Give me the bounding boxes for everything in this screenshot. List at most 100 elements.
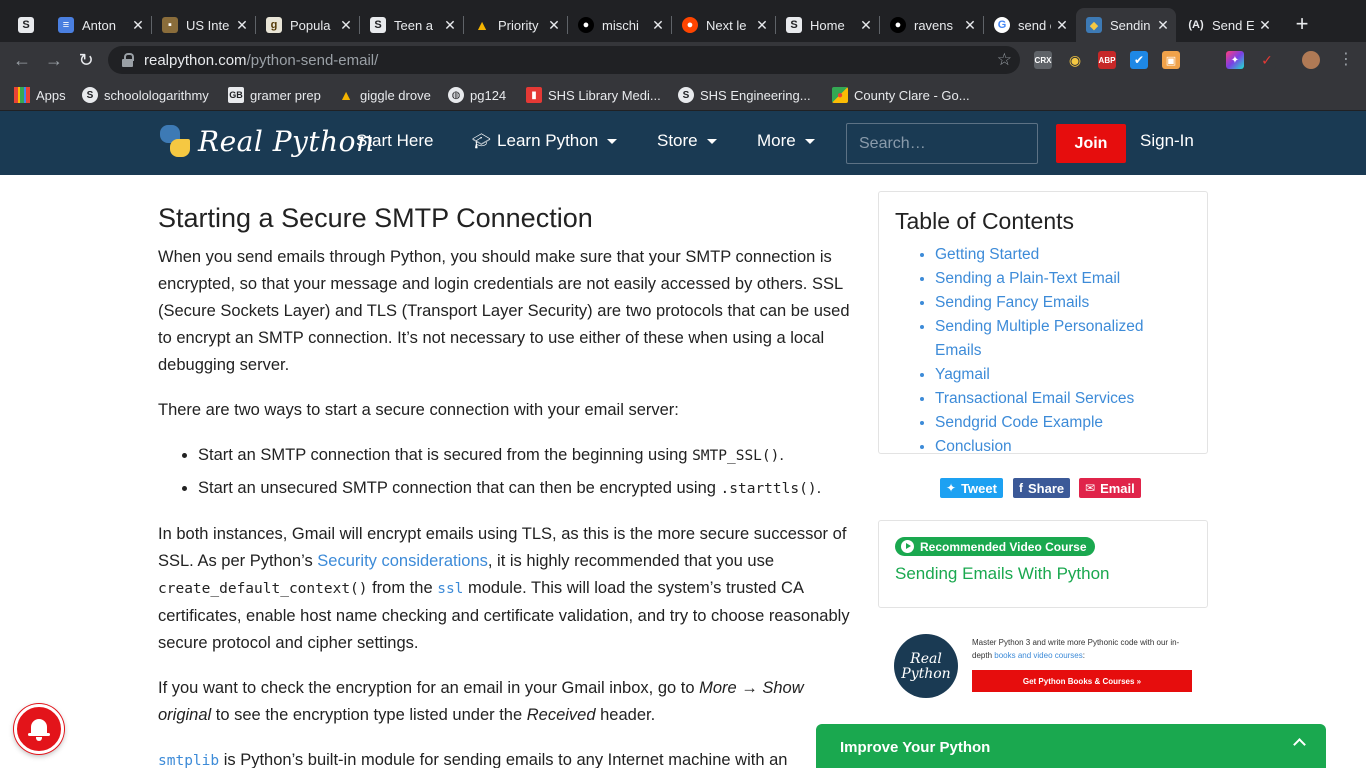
tab-popula[interactable]: g Popula ✕	[256, 8, 359, 42]
toc-item-fancy-emails[interactable]: Sending Fancy Emails	[935, 291, 1191, 315]
article-paragraph: smtplib is Python’s built-in module for …	[158, 751, 788, 768]
tab-teen-a[interactable]: S Teen a ✕	[360, 8, 463, 42]
close-tab-icon[interactable]: ✕	[547, 17, 561, 34]
tab-send-e[interactable]: G send e ✕	[984, 8, 1075, 42]
smtplib-link[interactable]: smtplib	[158, 753, 219, 768]
facebook-icon: f	[1019, 481, 1023, 495]
chevron-down-icon	[804, 138, 815, 144]
article-paragraph: If you want to check the encryption for …	[158, 679, 804, 724]
checkmark-extension-icon[interactable]: ✔	[1130, 51, 1148, 69]
bookmark-apps[interactable]: Apps	[14, 85, 66, 105]
google-icon: G	[994, 17, 1010, 33]
python-logo-icon	[158, 123, 192, 159]
recommended-course-link[interactable]: Sending Emails With Python	[895, 564, 1191, 584]
adblock-extension-icon[interactable]: ABP	[1098, 51, 1116, 69]
schoology-icon: S	[82, 87, 98, 103]
close-tab-icon[interactable]: ✕	[131, 17, 145, 34]
browser-tab-strip: S ≡ Anton ✕ ▪ US Inte ✕ g Popula ✕ S Tee…	[0, 0, 1366, 42]
close-tab-icon[interactable]: ✕	[651, 17, 665, 34]
sign-in-link[interactable]: Sign-In	[1140, 131, 1194, 151]
bookmark-giggle-drove[interactable]: ▲ giggle drove	[338, 85, 431, 105]
toc-item-multiple-personalized[interactable]: Sending Multiple Personalized Emails	[935, 315, 1191, 363]
close-tab-icon[interactable]: ✕	[859, 17, 873, 34]
close-tab-icon[interactable]: ✕	[443, 17, 457, 34]
connection-methods-list: Start an SMTP connection that is secured…	[198, 442, 850, 503]
real-python-logo[interactable]: Real Python	[158, 123, 375, 159]
close-tab-icon[interactable]: ✕	[963, 17, 977, 34]
email-share-button[interactable]: ✉ Email	[1079, 478, 1141, 498]
tab-pinned-schoology[interactable]: S	[8, 8, 46, 42]
lock-icon	[122, 53, 134, 67]
improve-your-python-bar[interactable]: Improve Your Python	[816, 724, 1326, 768]
site-search-input[interactable]	[846, 123, 1038, 164]
box-extension-icon[interactable]: ▣	[1162, 51, 1180, 69]
tab-send-e-2[interactable]: (A) Send E ✕	[1178, 8, 1278, 42]
tab-priority[interactable]: ▲ Priority ✕	[464, 8, 567, 42]
close-tab-icon[interactable]: ✕	[235, 17, 249, 34]
nav-store[interactable]: Store	[657, 131, 717, 151]
tab-next-le[interactable]: ● Next le ✕	[672, 8, 775, 42]
nav-more[interactable]: More	[757, 131, 815, 151]
gb-icon: GB	[228, 87, 244, 103]
tab-anton[interactable]: ≡ Anton ✕	[48, 8, 151, 42]
menu-kebab-icon[interactable]: ⋮	[1336, 50, 1356, 70]
red-swoosh-extension-icon[interactable]: ✓	[1258, 51, 1276, 69]
toc-title: Table of Contents	[895, 208, 1075, 234]
toc-item-transactional[interactable]: Transactional Email Services	[935, 387, 1191, 411]
nav-learn-python[interactable]: 🎓︎ Learn Python	[472, 131, 618, 151]
tab-ravens[interactable]: ● ravens ✕	[880, 8, 983, 42]
envelope-icon: ✉	[1085, 481, 1096, 495]
chevron-up-icon[interactable]	[1293, 738, 1306, 751]
notification-bell-button[interactable]	[14, 704, 64, 754]
chevron-down-icon	[706, 138, 717, 144]
close-tab-icon[interactable]: ✕	[1156, 17, 1170, 34]
join-button[interactable]: Join	[1056, 124, 1126, 163]
tab-mischi[interactable]: ● mischi ✕	[568, 8, 671, 42]
tab-us-inte[interactable]: ▪ US Inte ✕	[152, 8, 255, 42]
color-extension-icon[interactable]: ✦	[1226, 51, 1244, 69]
new-tab-button[interactable]: +	[1292, 13, 1312, 35]
close-tab-icon[interactable]: ✕	[339, 17, 353, 34]
tab-sending-active[interactable]: ◆ Sendin ✕	[1076, 8, 1176, 42]
forward-arrow-icon[interactable]: →	[44, 50, 64, 70]
close-tab-icon[interactable]: ✕	[755, 17, 769, 34]
bookmark-county-clare[interactable]: ● County Clare - Go...	[832, 85, 970, 105]
toc-item-plain-text[interactable]: Sending a Plain-Text Email	[935, 267, 1191, 291]
bookmark-pg124[interactable]: ◍ pg124	[448, 85, 506, 105]
books-courses-link[interactable]: books and video courses	[994, 651, 1083, 660]
bookmark-shs-engineering[interactable]: S SHS Engineering...	[678, 85, 811, 105]
toc-item-sendgrid[interactable]: Sendgrid Code Example	[935, 411, 1191, 435]
bookmark-star-icon[interactable]: ☆	[997, 50, 1012, 70]
toc-list: Getting Started Sending a Plain-Text Ema…	[935, 243, 1191, 459]
bookmarks-bar: Apps S schoolologarithmy GB gramer prep …	[0, 78, 1366, 111]
tweet-button[interactable]: ✦ Tweet	[940, 478, 1003, 498]
play-icon	[901, 540, 914, 553]
toc-item-yagmail[interactable]: Yagmail	[935, 363, 1191, 387]
profile-avatar[interactable]	[1302, 51, 1320, 69]
close-tab-icon[interactable]: ✕	[1258, 17, 1272, 34]
toc-item-conclusion[interactable]: Conclusion	[935, 435, 1191, 459]
close-tab-icon[interactable]: ✕	[1055, 17, 1069, 34]
bookmark-gramer-prep[interactable]: GB gramer prep	[228, 85, 321, 105]
ssl-module-link[interactable]: ssl	[437, 581, 463, 597]
bookmark-shs-library[interactable]: ▮ SHS Library Medi...	[526, 85, 661, 105]
reload-icon[interactable]: ↻	[76, 50, 96, 70]
promo-description: Master Python 3 and write more Pythonic …	[972, 638, 1180, 660]
tab-home[interactable]: S Home ✕	[776, 8, 879, 42]
reddit-icon: ●	[682, 17, 698, 33]
inline-code: create_default_context()	[158, 581, 368, 597]
owl-extension-icon[interactable]: ◉	[1066, 51, 1084, 69]
back-arrow-icon[interactable]: ←	[12, 50, 32, 70]
security-considerations-link[interactable]: Security considerations	[317, 552, 488, 570]
address-bar[interactable]: realpython.com/python-send-email/ ☆	[108, 46, 1020, 74]
url-host: realpython.com	[144, 51, 247, 69]
nav-start-here[interactable]: Start Here	[356, 131, 433, 151]
facebook-share-button[interactable]: f Share	[1013, 478, 1071, 498]
toc-item-getting-started[interactable]: Getting Started	[935, 243, 1191, 267]
bookmark-schoolologarithmy[interactable]: S schoolologarithmy	[82, 85, 209, 105]
schoology-icon: S	[18, 17, 34, 33]
url-path: /python-send-email/	[246, 51, 379, 69]
schoology-icon: S	[678, 87, 694, 103]
get-books-courses-button[interactable]: Get Python Books & Courses »	[972, 670, 1192, 692]
crx-extension-icon[interactable]: CRX	[1034, 51, 1052, 69]
